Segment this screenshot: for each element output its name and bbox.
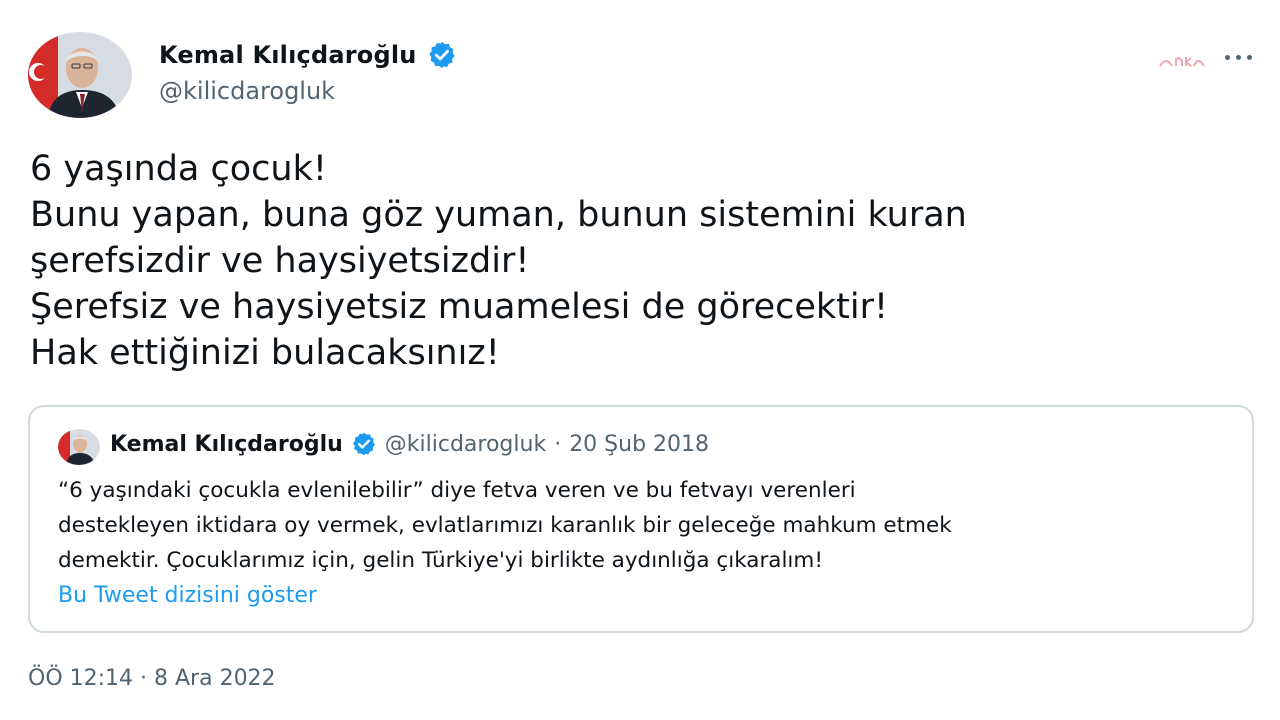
tweet-card: Kemal Kılıçdaroğlu @kilicdarogluk 6 yaşı… (0, 0, 1280, 720)
verified-badge-icon (351, 431, 377, 457)
show-thread-link[interactable]: Bu Tweet dizisini göster (58, 583, 317, 608)
separator-dot: · (554, 431, 562, 457)
watermark-logo (1158, 54, 1210, 73)
tweet-line: Bunu yapan, buna göz yuman, bunun sistem… (30, 195, 967, 235)
tweet-line: şerefsizdir ve haysiyetsizdir! (30, 241, 530, 281)
tweet-text: 6 yaşında çocuk! Bunu yapan, buna göz yu… (30, 146, 1240, 376)
tweet-line: Hak ettiğinizi bulacaksınız! (30, 333, 500, 373)
quoted-line: destekleyen iktidara oy vermek, evlatlar… (58, 513, 952, 538)
more-options-icon[interactable] (1218, 44, 1258, 70)
quoted-handle[interactable]: @kilicdarogluk (385, 432, 546, 457)
quoted-line: demektir. Çocuklarımız için, gelin Türki… (58, 548, 823, 573)
quoted-author-avatar (58, 429, 100, 465)
author-name-row: Kemal Kılıçdaroğlu (159, 40, 457, 70)
author-avatar[interactable] (28, 32, 132, 118)
quoted-line: “6 yaşındaki çocukla evlenilebilir” diye… (58, 478, 856, 503)
author-display-name[interactable]: Kemal Kılıçdaroğlu (159, 41, 417, 69)
quoted-date[interactable]: 20 Şub 2018 (569, 432, 709, 457)
tweet-line: Şerefsiz ve haysiyetsiz muamelesi de gör… (30, 287, 889, 327)
author-handle[interactable]: @kilicdarogluk (159, 77, 335, 105)
tweet-line: 6 yaşında çocuk! (30, 149, 327, 189)
quoted-text: “6 yaşındaki çocukla evlenilebilir” diye… (58, 473, 1238, 578)
verified-badge-icon (427, 40, 457, 70)
quoted-display-name[interactable]: Kemal Kılıçdaroğlu (110, 432, 343, 457)
tweet-timestamp[interactable]: ÖÖ 12:14 · 8 Ara 2022 (28, 666, 276, 691)
quoted-header: Kemal Kılıçdaroğlu @kilicdarogluk · 20 Ş… (110, 431, 709, 457)
quoted-tweet[interactable]: Kemal Kılıçdaroğlu @kilicdarogluk · 20 Ş… (28, 405, 1254, 633)
